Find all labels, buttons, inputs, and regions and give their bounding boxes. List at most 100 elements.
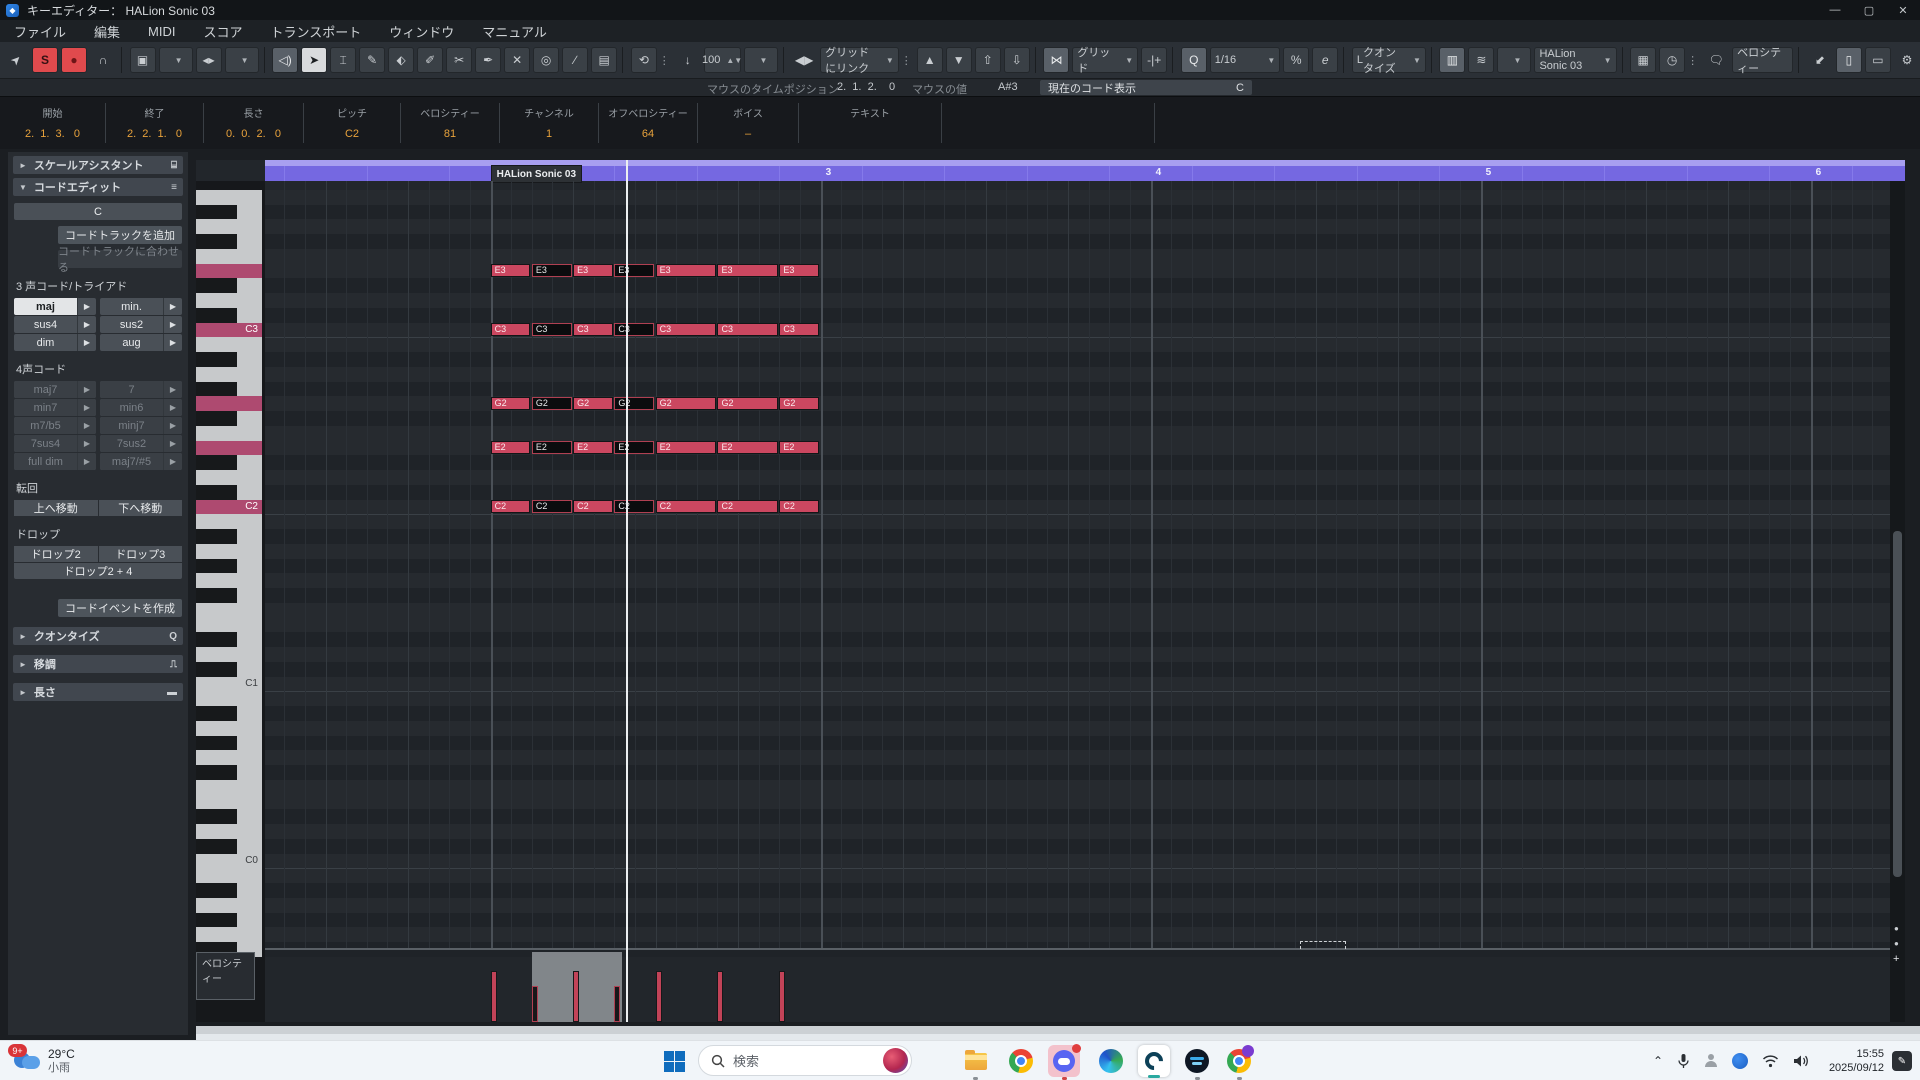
- drop-button[interactable]: ドロップ3: [99, 546, 183, 562]
- transpose-octave-down-icon[interactable]: ⇩: [1004, 47, 1030, 73]
- piano-key[interactable]: [196, 927, 262, 942]
- chord-arrow-icon[interactable]: ▶: [77, 334, 96, 351]
- taskbar-chrome-icon[interactable]: [1008, 1048, 1034, 1074]
- add-chord-track-button[interactable]: コードトラックを追加: [58, 226, 182, 244]
- piano-key[interactable]: [196, 795, 262, 810]
- piano-key[interactable]: [196, 632, 262, 647]
- midi-note-G2[interactable]: G2: [532, 397, 572, 410]
- start-button[interactable]: [664, 1041, 685, 1080]
- velocity-bar[interactable]: [532, 986, 538, 1022]
- piano-key[interactable]: [196, 396, 262, 411]
- info-col-ボイス[interactable]: ボイス–: [698, 103, 799, 143]
- chord-arrow-icon[interactable]: ▶: [77, 298, 96, 315]
- piano-key[interactable]: [196, 278, 262, 293]
- edit-active-part-icon[interactable]: ▥: [1439, 47, 1465, 73]
- piano-key[interactable]: [196, 647, 262, 662]
- piano-key[interactable]: [196, 205, 262, 220]
- midi-note-E2[interactable]: E2: [717, 441, 777, 454]
- piano-key[interactable]: [196, 190, 262, 205]
- piano-key[interactable]: [196, 750, 262, 765]
- part-select-dropdown[interactable]: HALion Sonic 03▼: [1534, 47, 1616, 73]
- transpose-down-icon[interactable]: ▼: [946, 47, 972, 73]
- piano-black-key[interactable]: [196, 308, 237, 323]
- piano-key[interactable]: [196, 809, 262, 824]
- tool-range[interactable]: ⌶: [330, 47, 356, 73]
- midi-note-G2[interactable]: G2: [573, 397, 613, 410]
- section-移調[interactable]: ►移調⎍: [13, 655, 183, 673]
- info-col-ベロシティー[interactable]: ベロシティー81: [401, 103, 500, 143]
- step-input-icon[interactable]: ▦: [1630, 47, 1656, 73]
- nudge-link-dropdown[interactable]: グリッドにリンク▼: [820, 47, 899, 73]
- menu-編集[interactable]: 編集: [80, 20, 134, 42]
- midi-note-E2[interactable]: E2: [573, 441, 613, 454]
- velocity-bar[interactable]: [491, 971, 497, 1022]
- piano-key[interactable]: [196, 455, 262, 470]
- piano-black-key[interactable]: [196, 455, 237, 470]
- piano-black-key[interactable]: [196, 765, 237, 780]
- piano-black-key[interactable]: [196, 559, 237, 574]
- velocity-bar[interactable]: [614, 986, 620, 1022]
- chord-arrow-icon[interactable]: ▶: [77, 316, 96, 333]
- chord-arrow-icon[interactable]: ▶: [163, 334, 182, 351]
- loop-icon[interactable]: ⟲: [631, 47, 657, 73]
- midi-note-E3[interactable]: E3: [532, 264, 572, 277]
- piano-black-key[interactable]: [196, 205, 237, 220]
- piano-black-key[interactable]: [196, 411, 237, 426]
- info-col-長さ[interactable]: 長さ0. 0. 2. 0: [204, 103, 304, 143]
- piano-black-key[interactable]: [196, 485, 237, 500]
- inversion-button[interactable]: 下へ移動: [99, 500, 183, 516]
- piano-black-key[interactable]: [196, 632, 237, 647]
- midi-note-C3[interactable]: C3: [532, 323, 572, 336]
- vertical-scrollbar-thumb[interactable]: [1893, 531, 1902, 877]
- tool-trim[interactable]: ✐: [417, 47, 443, 73]
- midi-note-C2[interactable]: C2: [717, 500, 777, 513]
- velocity-bar[interactable]: [779, 971, 785, 1022]
- piano-key-C[interactable]: C3: [196, 323, 262, 339]
- midi-note-C3[interactable]: C3: [573, 323, 613, 336]
- maximize-button[interactable]: ▢: [1852, 0, 1886, 20]
- feedback-image-icon[interactable]: ▤: [591, 47, 617, 73]
- piano-black-key[interactable]: [196, 809, 237, 824]
- info-col-オフベロシティー[interactable]: オフベロシティー64: [599, 103, 698, 143]
- midi-note-C3[interactable]: C3: [656, 323, 716, 336]
- midi-input-icon[interactable]: ◷: [1659, 47, 1685, 73]
- horizontal-scrollbar[interactable]: [196, 1026, 1920, 1034]
- note-grid[interactable]: E3E3E3E3E3E3E3C3C3C3C3C3C3C3G2G2G2G2G2G2…: [265, 181, 1905, 1022]
- open-lower-zone-icon[interactable]: ⬋: [1807, 47, 1833, 73]
- weather-widget[interactable]: 9+ 29°C 小雨: [10, 1041, 75, 1080]
- window-zone-left-icon[interactable]: ▯: [1836, 47, 1862, 73]
- chord-button-sus4[interactable]: sus4▶: [14, 316, 96, 333]
- piano-key[interactable]: [196, 913, 262, 928]
- midi-note-C2[interactable]: C2: [573, 500, 613, 513]
- quantize-q-icon[interactable]: Q: [1181, 47, 1207, 73]
- piano-key[interactable]: [196, 544, 262, 559]
- chord-button-maj[interactable]: maj▶: [14, 298, 96, 315]
- tool-line[interactable]: ∕: [562, 47, 588, 73]
- piano-black-key[interactable]: [196, 662, 237, 677]
- ime-icon[interactable]: ✎: [1892, 1051, 1912, 1071]
- piano-key[interactable]: [196, 337, 262, 352]
- wifi-icon[interactable]: [1762, 1054, 1779, 1068]
- chord-button-dim[interactable]: dim▶: [14, 334, 96, 351]
- zoom-plus-icon[interactable]: +: [1893, 953, 1899, 965]
- playhead-cursor[interactable]: [626, 160, 628, 1022]
- chord-display-field[interactable]: C: [14, 203, 182, 220]
- piano-black-key[interactable]: [196, 736, 237, 751]
- snapshot-dropdown[interactable]: ▼: [159, 47, 193, 73]
- volume-icon[interactable]: [1793, 1054, 1810, 1068]
- zoom-dot-icon[interactable]: ●: [1894, 939, 1899, 948]
- piano-key[interactable]: [196, 618, 262, 633]
- piano-black-key[interactable]: [196, 352, 237, 367]
- setup-toolbar-icon[interactable]: ⚙: [1894, 47, 1920, 73]
- piano-key[interactable]: [196, 514, 262, 529]
- pin-icon[interactable]: ➤: [3, 47, 29, 73]
- piano-key[interactable]: [196, 780, 262, 796]
- info-col-blank[interactable]: [942, 103, 1155, 143]
- piano-key[interactable]: [196, 824, 262, 839]
- midi-note-E2[interactable]: E2: [779, 441, 819, 454]
- acoustic-feedback-icon[interactable]: ∩: [90, 47, 116, 73]
- close-button[interactable]: ✕: [1886, 0, 1920, 20]
- event-colors-dropdown[interactable]: ベロシティー: [1732, 47, 1793, 73]
- midi-note-G2[interactable]: G2: [656, 397, 716, 410]
- taskbar-explorer-icon[interactable]: [963, 1048, 989, 1074]
